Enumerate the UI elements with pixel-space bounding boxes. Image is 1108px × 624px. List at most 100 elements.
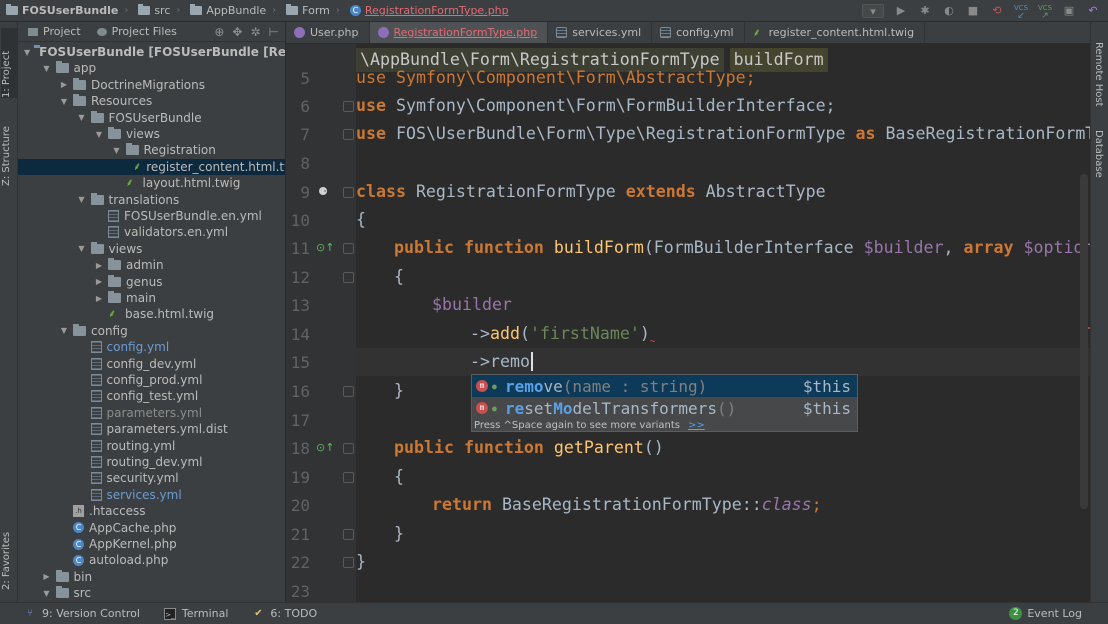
tab-project-files[interactable]: Project Files <box>87 25 183 38</box>
tree-item[interactable]: Cautoload.php <box>18 552 285 568</box>
breadcrumb-file[interactable]: C RegistrationFormType.php <box>344 0 513 22</box>
revert-icon[interactable]: ↶ <box>1086 4 1100 18</box>
fold-marker-icon[interactable] <box>343 529 354 540</box>
fold-marker-icon[interactable] <box>343 272 354 283</box>
gear-icon[interactable]: ✲ <box>250 25 260 39</box>
database-tool-button[interactable]: Database <box>1093 130 1104 178</box>
fold-marker-icon[interactable] <box>343 129 354 140</box>
remote-host-tool-button[interactable]: Remote Host <box>1093 42 1104 107</box>
favorites-tool-button[interactable]: 2: Favorites <box>1 520 17 590</box>
expanded-arrow-icon[interactable]: ▼ <box>42 589 52 598</box>
tree-item[interactable]: ▼ views <box>18 241 285 257</box>
tree-item[interactable]: ▼ Resources <box>18 93 285 109</box>
expanded-arrow-icon[interactable]: ▼ <box>94 130 104 139</box>
tree-item[interactable]: ⸙ base.html.twig <box>18 306 285 322</box>
tab-project[interactable]: Project <box>18 25 87 38</box>
breadcrumb-src[interactable]: src › <box>132 0 184 22</box>
tab-registrationformtype-php[interactable]: RegistrationFormType.php <box>369 22 549 43</box>
expanded-arrow-icon[interactable]: ▼ <box>112 146 122 155</box>
tree-item[interactable]: config_dev.yml <box>18 356 285 372</box>
tree-item[interactable]: ▼ views <box>18 126 285 142</box>
tree-item[interactable]: ▶ genus <box>18 274 285 290</box>
todo-button[interactable]: ✔ 6: TODO <box>252 607 317 620</box>
run-config-dropdown[interactable]: ▾ <box>862 4 884 18</box>
expanded-arrow-icon[interactable]: ▼ <box>42 64 52 73</box>
tree-item[interactable]: ▶ admin <box>18 257 285 273</box>
tree-item[interactable]: ▼ config <box>18 323 285 339</box>
tree-item[interactable]: ⸙ layout.html.twig <box>18 175 285 191</box>
vcs-update-icon[interactable]: VCS ↙ <box>1014 4 1028 21</box>
stop-icon[interactable]: ■ <box>966 4 980 18</box>
expanded-arrow-icon[interactable]: ▼ <box>59 97 69 106</box>
expanded-arrow-icon[interactable]: ▼ <box>24 48 30 57</box>
implements-icon[interactable]: ⊙↑ <box>316 241 334 255</box>
hide-icon[interactable]: ⊢ <box>269 25 279 39</box>
tree-item[interactable]: ▼ FOSUserBundle [FOSUserBundle [Recordi <box>18 44 285 60</box>
tree-item[interactable]: validators.en.yml <box>18 224 285 240</box>
tree-item[interactable]: parameters.yml <box>18 405 285 421</box>
version-control-button[interactable]: ⑂ 9: Version Control <box>24 607 140 620</box>
tree-item[interactable]: config_prod.yml <box>18 372 285 388</box>
tree-item[interactable]: ▼ src <box>18 585 285 601</box>
sync-icon[interactable]: ⟲ <box>990 4 1004 18</box>
tree-item[interactable]: .h .htaccess <box>18 503 285 519</box>
vcs-commit-icon[interactable]: VCS ↗ <box>1038 4 1052 21</box>
breadcrumb-appbundle[interactable]: AppBundle › <box>184 0 280 22</box>
expanded-arrow-icon[interactable]: ▼ <box>77 244 87 253</box>
tree-item[interactable]: C AppCache.php <box>18 520 285 536</box>
tree-item[interactable]: ▼ Registration <box>18 142 285 158</box>
run-icon[interactable]: ▶ <box>894 4 908 18</box>
fold-marker-icon[interactable] <box>343 443 354 454</box>
tab-register-content-html-twig[interactable]: ⸙ register_content.html.twig <box>745 22 926 43</box>
editor-scrollbar[interactable] <box>1080 174 1088 509</box>
fold-marker-icon[interactable] <box>343 187 354 198</box>
tree-item[interactable]: ▼ translations <box>18 192 285 208</box>
collapsed-arrow-icon[interactable]: ▶ <box>94 294 104 303</box>
tab-config-yml[interactable]: config.yml <box>652 22 745 43</box>
structure-tool-button[interactable]: Z: Structure <box>1 106 17 186</box>
expanded-arrow-icon[interactable]: ▼ <box>77 195 87 204</box>
tree-item[interactable]: config_test.yml <box>18 388 285 404</box>
collapsed-arrow-icon[interactable]: ▶ <box>59 80 69 89</box>
breadcrumb-project[interactable]: FOSUserBundle › <box>0 0 132 22</box>
override-icon[interactable]: ⊙↑ <box>316 441 334 455</box>
debug-icon[interactable]: ✱ <box>918 4 932 18</box>
more-variants-link[interactable]: >> <box>688 420 705 431</box>
tab-services-yml[interactable]: services.yml <box>548 22 653 43</box>
tree-item[interactable]: ▶ DoctrineMigrations <box>18 77 285 93</box>
collapsed-arrow-icon[interactable]: ▶ <box>94 277 104 286</box>
expanded-arrow-icon[interactable]: ▼ <box>77 113 87 122</box>
tree-item[interactable]: routing.yml <box>18 438 285 454</box>
fold-marker-icon[interactable] <box>343 386 354 397</box>
tree-item[interactable]: security.yml <box>18 470 285 486</box>
tree-item[interactable]: FOSUserBundle.en.yml <box>18 208 285 224</box>
coverage-icon[interactable]: ◐ <box>942 4 956 18</box>
class-icon[interactable]: ⚈ <box>316 185 330 199</box>
fold-marker-icon[interactable] <box>343 243 354 254</box>
tree-item[interactable]: C AppKernel.php <box>18 536 285 552</box>
collapse-icon[interactable]: ✥ <box>232 25 242 39</box>
history-icon[interactable]: ▣ <box>1062 4 1076 18</box>
breadcrumb-form[interactable]: Form › <box>280 0 344 22</box>
fold-marker-icon[interactable] <box>343 557 354 568</box>
project-tool-button[interactable]: 1: Project <box>1 28 17 98</box>
tree-item[interactable]: routing_dev.yml <box>18 454 285 470</box>
tree-item[interactable]: ▶ bin <box>18 569 285 585</box>
fold-marker-icon[interactable] <box>343 472 354 483</box>
tree-item[interactable]: ▼ app <box>18 60 285 76</box>
collapsed-arrow-icon[interactable]: ▶ <box>94 261 104 270</box>
tree-item[interactable]: ▼ FOSUserBundle <box>18 110 285 126</box>
tree-item[interactable]: ⸙ register_content.html.tw <box>18 158 285 175</box>
target-icon[interactable]: ⊕ <box>214 25 224 39</box>
terminal-button[interactable]: >_ Terminal <box>163 607 228 620</box>
event-log-button[interactable]: 2 Event Log <box>1009 607 1082 620</box>
completion-item-resetModelTransformers[interactable]: m ● resetModelTransformers() $this <box>472 397 857 419</box>
collapsed-arrow-icon[interactable]: ▶ <box>42 572 52 581</box>
code-editor[interactable]: \AppBundle\Form\RegistrationFormType bui… <box>356 44 1090 602</box>
tree-item[interactable]: parameters.yml.dist <box>18 421 285 437</box>
expanded-arrow-icon[interactable]: ▼ <box>59 326 69 335</box>
tab-user-php[interactable]: User.php <box>286 22 370 43</box>
tree-item[interactable]: ▶ main <box>18 290 285 306</box>
fold-marker-icon[interactable] <box>343 101 354 112</box>
completion-item-remove[interactable]: m ● remove (name : string) $this <box>472 375 857 397</box>
